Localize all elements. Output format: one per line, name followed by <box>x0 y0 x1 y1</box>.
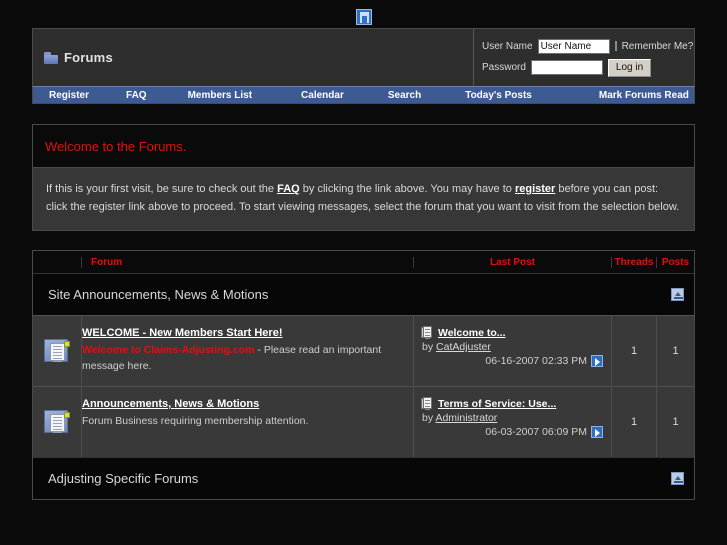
forum-row[interactable]: WELCOME - New Members Start Here! Welcom… <box>33 315 694 386</box>
posts-count: 1 <box>656 387 694 457</box>
by-label: by <box>422 412 436 424</box>
last-post-date: 06-03-2007 06:09 PM <box>485 426 587 438</box>
username-input[interactable] <box>537 38 610 54</box>
remember-me-label: Remember Me? <box>621 40 694 52</box>
last-post-date-row: 06-03-2007 06:09 PM <box>422 426 603 438</box>
forum-table-header: Forum Last Post Threads Posts <box>33 251 694 273</box>
content-wrapper: Forums User Name Remember Me? Password L… <box>32 28 695 500</box>
last-post-thread-link[interactable]: Welcome to... <box>438 327 506 339</box>
last-post-author-row: by Administrator <box>422 412 603 424</box>
last-post-title-row: Welcome to... <box>421 326 603 339</box>
register-link[interactable]: register <box>515 183 555 195</box>
welcome-panel: Welcome to the Forums. If this is your f… <box>32 124 695 231</box>
login-form: User Name Remember Me? Password Log in <box>474 29 694 86</box>
col-head-threads: Threads <box>611 256 656 268</box>
forum-title-link[interactable]: Announcements, News & Motions <box>82 398 403 410</box>
welcome-text-part-2: by clicking the link above. You may have… <box>299 183 515 195</box>
forums-folder-icon <box>44 51 58 64</box>
forum-description: Welcome to Claims-Adjusting.com - Please… <box>82 342 403 374</box>
forum-description: Forum Business requiring membership atte… <box>82 413 403 429</box>
login-row-password: Password Log in <box>482 58 686 77</box>
last-post-cell: Terms of Service: Use... by Administrato… <box>413 387 611 457</box>
last-post-date-row: 06-16-2007 02:33 PM <box>422 355 603 367</box>
threads-count: 1 <box>611 316 656 386</box>
forum-description-rest: Forum Business requiring membership atte… <box>82 415 309 427</box>
collapse-icon[interactable] <box>671 288 684 301</box>
category-title: Site Announcements, News & Motions <box>48 287 269 302</box>
broken-image-icon <box>355 9 372 25</box>
last-post-author-link[interactable]: CatAdjuster <box>436 341 491 353</box>
thread-icon <box>421 326 433 339</box>
category-header-row: Site Announcements, News & Motions <box>33 273 694 315</box>
last-post-author-row: by CatAdjuster <box>422 341 603 353</box>
username-label: User Name <box>482 40 533 52</box>
nav-item-mark-forums-read[interactable]: Mark Forums Read <box>599 90 689 101</box>
category-header-row: Adjusting Specific Forums <box>33 457 694 499</box>
category-title: Adjusting Specific Forums <box>48 471 199 486</box>
welcome-panel-header: Welcome to the Forums. <box>33 125 694 167</box>
collapse-icon[interactable] <box>671 472 684 485</box>
last-post-thread-link[interactable]: Terms of Service: Use... <box>438 398 556 410</box>
forum-row-info: Announcements, News & Motions Forum Busi… <box>81 387 413 457</box>
col-head-last-post: Last Post <box>413 256 611 268</box>
welcome-heading: Welcome to the Forums. <box>45 138 187 154</box>
forum-row-icon-cell <box>33 316 81 386</box>
welcome-text-part-1: If this is your first visit, be sure to … <box>46 183 278 195</box>
forum-title-link[interactable]: WELCOME - New Members Start Here! <box>82 327 403 339</box>
thread-icon <box>421 397 433 410</box>
forum-row-info: WELCOME - New Members Start Here! Welcom… <box>81 316 413 386</box>
password-label: Password <box>482 62 526 73</box>
col-head-forum: Forum <box>81 256 413 268</box>
forum-table: Forum Last Post Threads Posts Site Annou… <box>32 250 695 500</box>
site-header-brand: Forums <box>33 29 474 86</box>
go-to-last-post-icon[interactable] <box>591 355 603 367</box>
last-post-cell: Welcome to... by CatAdjuster 06-16-2007 … <box>413 316 611 386</box>
last-post-date: 06-16-2007 02:33 PM <box>485 355 587 367</box>
go-to-last-post-icon[interactable] <box>591 426 603 438</box>
forum-row[interactable]: Announcements, News & Motions Forum Busi… <box>33 386 694 457</box>
faq-link[interactable]: FAQ <box>277 183 300 195</box>
log-in-button[interactable]: Log in <box>607 58 652 77</box>
last-post-title-row: Terms of Service: Use... <box>421 397 603 410</box>
main-nav: Register FAQ Members List Calendar Searc… <box>32 86 695 104</box>
nav-item-calendar[interactable]: Calendar <box>301 90 344 101</box>
login-row-username: User Name Remember Me? <box>482 38 693 54</box>
forum-row-icon-cell <box>33 387 81 457</box>
last-post-author-link[interactable]: Administrator <box>435 412 497 424</box>
nav-item-todays-posts[interactable]: Today's Posts <box>465 90 532 101</box>
broken-image-row <box>0 0 727 28</box>
site-header: Forums User Name Remember Me? Password L… <box>32 28 695 86</box>
forum-folder-icon <box>44 338 70 364</box>
nav-item-search[interactable]: Search <box>388 90 421 101</box>
password-input[interactable] <box>530 60 603 75</box>
forum-description-highlight: Welcome to Claims-Adjusting.com <box>82 344 255 356</box>
threads-count: 1 <box>611 387 656 457</box>
by-label: by <box>422 341 437 353</box>
page-root: Forums User Name Remember Me? Password L… <box>0 0 727 545</box>
nav-item-members-list[interactable]: Members List <box>188 90 252 101</box>
nav-item-faq[interactable]: FAQ <box>126 90 147 101</box>
nav-item-register[interactable]: Register <box>49 90 89 101</box>
site-title: Forums <box>64 50 113 65</box>
welcome-panel-body: If this is your first visit, be sure to … <box>33 167 694 230</box>
remember-me-checkbox[interactable] <box>614 41 617 51</box>
posts-count: 1 <box>656 316 694 386</box>
forum-folder-icon <box>44 409 70 435</box>
col-head-posts: Posts <box>656 256 694 268</box>
